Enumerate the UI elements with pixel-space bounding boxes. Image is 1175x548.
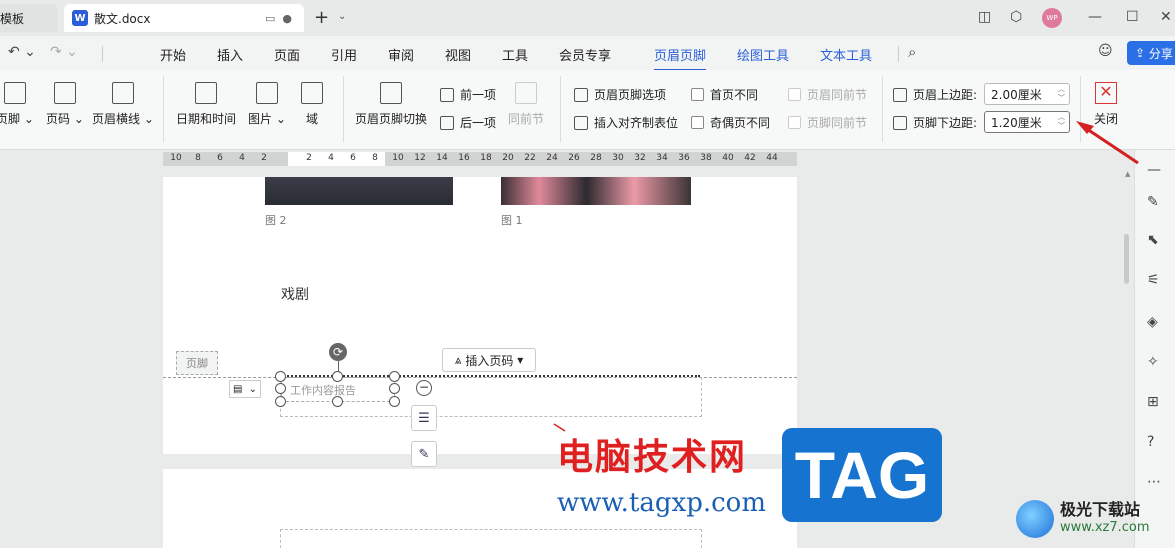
annotation-arrow-line: [1083, 125, 1139, 165]
watermark-xz7: 极光下载站 www.xz7.com: [1012, 494, 1175, 548]
xz7-title: 极光下载站: [1060, 500, 1141, 519]
xz7-url: www.xz7.com: [1060, 520, 1150, 535]
watermark-site-name: 电脑技术网: [557, 437, 748, 478]
xz7-logo-icon: [1016, 500, 1054, 538]
watermark-tag-logo: TAG: [782, 428, 942, 522]
watermark-url: www.tagxp.com: [557, 488, 766, 518]
